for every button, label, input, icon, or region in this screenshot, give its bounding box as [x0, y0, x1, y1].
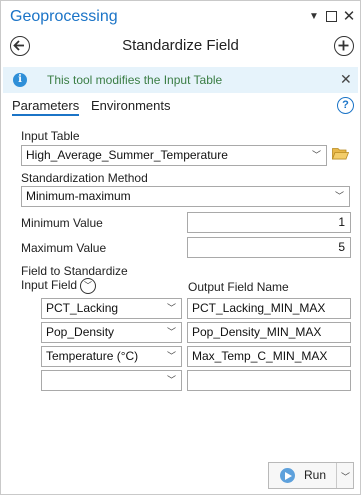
menu-icon[interactable]: ▼ [307, 9, 321, 25]
min-value-input[interactable]: 1 [187, 212, 351, 233]
folder-icon[interactable] [332, 147, 349, 160]
fields-label: Field to Standardize [21, 264, 128, 278]
banner-text: This tool modifies the Input Table [47, 73, 223, 87]
method-label: Standardization Method [21, 171, 148, 185]
output-field-input[interactable]: Pop_Density_MIN_MAX [187, 322, 351, 343]
output-field-input[interactable]: Max_Temp_C_MIN_MAX [187, 346, 351, 367]
tab-parameters[interactable]: Parameters [12, 98, 80, 116]
input-field-header-text: Input Field [21, 278, 78, 293]
chevron-down-icon: ﹀ [166, 303, 176, 313]
title-bar: Geoprocessing ▼ ✕ [1, 1, 360, 35]
run-options-chevron-icon[interactable]: ﹀ [341, 470, 350, 483]
run-button[interactable]: Run [269, 463, 337, 488]
chevron-down-icon: ﹀ [166, 351, 176, 361]
tool-title: Standardize Field [122, 37, 239, 54]
pane-title: Geoprocessing [10, 8, 118, 25]
input-field-select[interactable]: Pop_Density ﹀ [41, 322, 182, 343]
run-label: Run [304, 468, 327, 482]
back-button[interactable] [10, 36, 30, 56]
chevron-down-icon: ﹀ [166, 327, 176, 337]
info-icon: i [13, 73, 27, 87]
method-value: Minimum-maximum [26, 189, 131, 203]
close-icon[interactable]: ✕ [340, 71, 352, 88]
info-banner: i This tool modifies the Input Table ✕ [3, 67, 358, 93]
input-table-select[interactable]: High_Average_Summer_Temperature ﹀ [21, 145, 327, 166]
back-arrow-icon [13, 40, 24, 51]
input-field-select[interactable]: PCT_Lacking ﹀ [41, 298, 182, 319]
add-icon [338, 40, 349, 51]
geoprocessing-pane: Geoprocessing ▼ ✕ Standardize Field i Th… [0, 0, 361, 495]
input-field-value: Temperature (°C) [46, 349, 139, 363]
input-field-select[interactable]: Temperature (°C) ﹀ [41, 346, 182, 367]
close-pane-icon[interactable]: ✕ [342, 9, 356, 25]
maximize-icon[interactable] [324, 9, 338, 25]
expand-chevron-icon[interactable]: ﹀ [80, 278, 97, 294]
input-field-value: Pop_Density [46, 325, 115, 339]
output-field-input[interactable] [187, 370, 351, 391]
run-button-group: Run ﹀ [268, 462, 354, 489]
output-field-input[interactable]: PCT_Lacking_MIN_MAX [187, 298, 351, 319]
min-value-label: Minimum Value [21, 216, 103, 230]
input-table-value: High_Average_Summer_Temperature [26, 148, 228, 162]
chevron-down-icon: ﹀ [334, 191, 344, 201]
add-button[interactable] [334, 36, 354, 56]
input-field-header: Input Field ﹀ [21, 278, 97, 294]
max-value-label: Maximum Value [21, 241, 107, 255]
method-select[interactable]: Minimum-maximum ﹀ [21, 186, 350, 207]
play-icon [280, 468, 295, 483]
help-icon[interactable]: ? [337, 97, 354, 114]
tab-environments[interactable]: Environments [91, 98, 170, 113]
chevron-down-icon: ﹀ [166, 375, 176, 385]
output-field-header: Output Field Name [188, 280, 289, 294]
input-field-value: PCT_Lacking [46, 301, 119, 315]
max-value-input[interactable]: 5 [187, 237, 351, 258]
input-table-label: Input Table [21, 129, 80, 143]
chevron-down-icon: ﹀ [311, 150, 321, 160]
input-field-select[interactable]: ﹀ [41, 370, 182, 391]
tool-header: Standardize Field [1, 35, 360, 61]
